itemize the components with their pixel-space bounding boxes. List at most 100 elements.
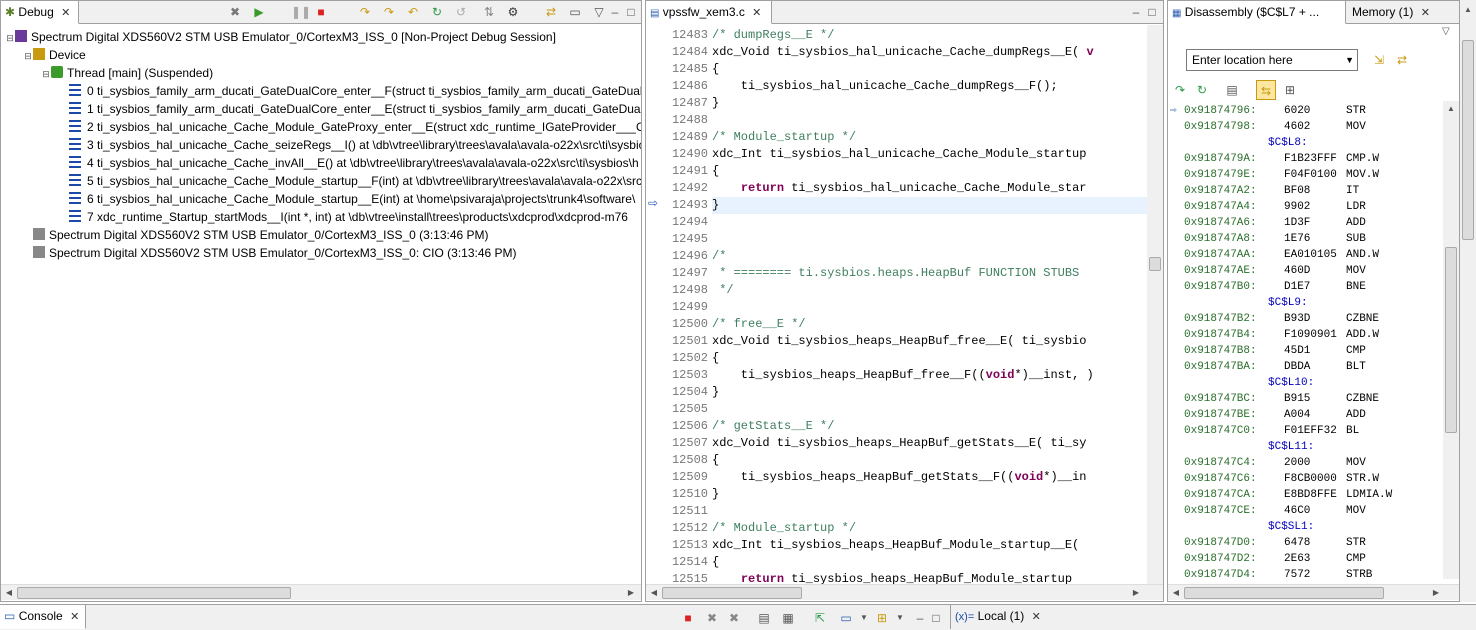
minimize-view-icon[interactable]: –	[912, 610, 928, 626]
refresh-icon[interactable]: ⇄	[543, 4, 559, 20]
disassembly-row[interactable]: 0x91874798: 4602 MOV	[1184, 119, 1366, 135]
tab-console[interactable]: ▭ Console ✕	[0, 605, 86, 629]
view-menu-icon[interactable]: ▽	[591, 4, 607, 20]
minimize-icon[interactable]: ▭	[567, 4, 583, 20]
code-line[interactable]	[712, 112, 1147, 129]
code-line[interactable]: xdc_Void ti_sysbios_heaps_HeapBuf_getSta…	[712, 435, 1147, 452]
code-line[interactable]: /*	[712, 248, 1147, 265]
scrollbar-thumb[interactable]	[17, 587, 291, 599]
pin-console-icon[interactable]: ⇱	[812, 610, 828, 626]
code-line[interactable]	[712, 231, 1147, 248]
disassembly-row[interactable]: 0x918747A8: 1E76 SUB	[1184, 231, 1366, 247]
scroll-right-icon[interactable]: ▶	[1130, 587, 1142, 599]
scroll-left-icon[interactable]: ◀	[1170, 587, 1182, 599]
gear-icon[interactable]: ⚙	[505, 4, 521, 20]
scroll-left-icon[interactable]: ◀	[3, 587, 15, 599]
code-line[interactable]: {	[712, 163, 1147, 180]
editor-vertical-scrollbar[interactable]	[1147, 25, 1163, 585]
chevron-down-icon[interactable]: ▼	[1345, 50, 1354, 70]
remove-launch-icon[interactable]: ✖	[704, 610, 720, 626]
disassembly-row[interactable]: 0x918747CE: 46C0 MOV	[1184, 503, 1366, 519]
stack-frame-row[interactable]: 1 ti_sysbios_family_arm_ducati_GateDualC…	[59, 100, 641, 118]
code-line[interactable]: /* free__E */	[712, 316, 1147, 333]
code-line[interactable]: */	[712, 282, 1147, 299]
code-line[interactable]: /* Module_startup */	[712, 520, 1147, 537]
process-row[interactable]: Spectrum Digital XDS560V2 STM USB Emulat…	[23, 244, 517, 262]
disassembly-row[interactable]: 0x918747A2: BF08 IT	[1184, 183, 1359, 199]
refresh-icon[interactable]: ⇄	[1394, 52, 1410, 68]
disassembly-row[interactable]: 0x918747A6: 1D3F ADD	[1184, 215, 1366, 231]
code-line[interactable]: ti_sysbios_heaps_HeapBuf_getStats__F((vo…	[712, 469, 1147, 486]
disassembly-row[interactable]: 0x918747BA: DBDA BLT	[1184, 359, 1366, 375]
disassembly-horizontal-scrollbar[interactable]: ◀ ▶	[1168, 584, 1459, 600]
terminate-icon[interactable]: ■	[680, 610, 696, 626]
step-into-icon[interactable]: ↷	[1172, 82, 1188, 98]
scrollbar-thumb[interactable]	[1149, 257, 1161, 271]
scroll-right-icon[interactable]: ▶	[1430, 587, 1442, 599]
disassembly-row[interactable]: 0x9187479E: F04F0100 MOV.W	[1184, 167, 1379, 183]
code-line[interactable]: }	[712, 95, 1147, 112]
disassembly-row[interactable]: 0x918747BC: B915 CZBNE	[1184, 391, 1379, 407]
expand-toggle-icon[interactable]: ⊟	[5, 29, 15, 47]
process-row[interactable]: Spectrum Digital XDS560V2 STM USB Emulat…	[23, 226, 489, 244]
scroll-left-icon[interactable]: ◀	[648, 587, 660, 599]
code-line[interactable]	[712, 214, 1147, 231]
disassembly-row[interactable]: 0x918747BE: A004 ADD	[1184, 407, 1366, 423]
disassembly-row[interactable]: 0x9187479A: F1B23FFF CMP.W	[1184, 151, 1379, 167]
location-combo[interactable]: Enter location here ▼	[1186, 49, 1358, 71]
step-return-icon[interactable]: ↶	[405, 4, 421, 20]
disassembly-vertical-scrollbar[interactable]: ▲	[1443, 101, 1459, 579]
stack-frame-row[interactable]: 2 ti_sysbios_hal_unicache_Cache_Module_G…	[59, 118, 641, 136]
code-line[interactable]: {	[712, 350, 1147, 367]
step-into-icon[interactable]: ↷	[357, 4, 373, 20]
scroll-up-icon[interactable]: ▲	[1445, 103, 1457, 115]
expand-toggle-icon[interactable]: ⊟	[23, 47, 33, 65]
scrollbar-thumb[interactable]	[1184, 587, 1384, 599]
code-line[interactable]: * ======== ti.sysbios.heaps.HeapBuf FUNC…	[712, 265, 1147, 282]
thread-row[interactable]: ⊟ Thread [main] (Suspended)	[41, 64, 213, 82]
scrollbar-thumb[interactable]	[1445, 247, 1457, 433]
disassembly-row[interactable]: 0x918747A4: 9902 LDR	[1184, 199, 1366, 215]
code-line[interactable]: {	[712, 61, 1147, 78]
tab-memory[interactable]: Memory (1) ✕	[1348, 1, 1459, 24]
remove-terminated-icon[interactable]: ✖	[227, 4, 243, 20]
disassembly-row[interactable]: 0x918747B4: F1090901 ADD.W	[1184, 327, 1379, 343]
minimize-view-icon[interactable]: –	[607, 4, 623, 20]
disassembly-row[interactable]: 0x918747D2: 2E63 CMP	[1184, 551, 1366, 567]
scroll-up-icon[interactable]: ▲	[1462, 4, 1474, 16]
disassembly-row[interactable]: 0x918747AA: EA010105 AND.W	[1184, 247, 1379, 263]
code-line[interactable]: ti_sysbios_hal_unicache_Cache_dumpRegs__…	[712, 78, 1147, 95]
chevron-down-icon[interactable]: ▼	[856, 610, 872, 626]
code-line[interactable]: /* getStats__E */	[712, 418, 1147, 435]
assembly-step-icon[interactable]: ↻	[429, 4, 445, 20]
reset-icon[interactable]: ↺	[453, 4, 469, 20]
code-line[interactable]: {	[712, 554, 1147, 571]
code-line[interactable]: xdc_Void ti_sysbios_hal_unicache_Cache_d…	[712, 44, 1147, 61]
code-line[interactable]: }	[712, 384, 1147, 401]
close-icon[interactable]: ✕	[61, 7, 70, 19]
code-line[interactable]: xdc_Int ti_sysbios_hal_unicache_Cache_Mo…	[712, 146, 1147, 163]
code-line[interactable]	[712, 401, 1147, 418]
scrollbar-thumb[interactable]	[1462, 40, 1474, 240]
suspend-icon[interactable]: ❚❚	[291, 4, 311, 20]
debug-horizontal-scrollbar[interactable]: ◀ ▶	[1, 584, 641, 600]
device-row[interactable]: ⊟ Device	[23, 46, 86, 64]
source-toggle-icon[interactable]: ▤	[1224, 82, 1240, 98]
code-line[interactable]: /* Module_startup */	[712, 129, 1147, 146]
code-line[interactable]: }	[712, 486, 1147, 503]
display-console-icon[interactable]: ▭	[838, 610, 854, 626]
tab-local[interactable]: (x)= Local (1) ✕	[950, 605, 1044, 629]
code-line[interactable]	[712, 299, 1147, 316]
resume-icon[interactable]: ▶	[251, 4, 267, 20]
close-icon[interactable]: ✕	[1032, 611, 1041, 623]
scroll-lock-icon[interactable]: ▤	[756, 610, 772, 626]
disassembly-row[interactable]: 0x918747C6: F8CB0000 STR.W	[1184, 471, 1379, 487]
minimize-view-icon[interactable]: –	[1128, 4, 1144, 20]
editor-horizontal-scrollbar[interactable]: ◀ ▶	[646, 584, 1163, 600]
side-view-menu-icon[interactable]: ▽	[1442, 26, 1450, 37]
maximize-view-icon[interactable]: □	[928, 610, 944, 626]
code-line[interactable]: return ti_sysbios_hal_unicache_Cache_Mod…	[712, 180, 1147, 197]
remove-all-icon[interactable]: ✖	[726, 610, 742, 626]
maximize-view-icon[interactable]: □	[623, 4, 639, 20]
tab-disassembly[interactable]: ▦ Disassembly ($C$L7 + ...	[1168, 1, 1346, 24]
